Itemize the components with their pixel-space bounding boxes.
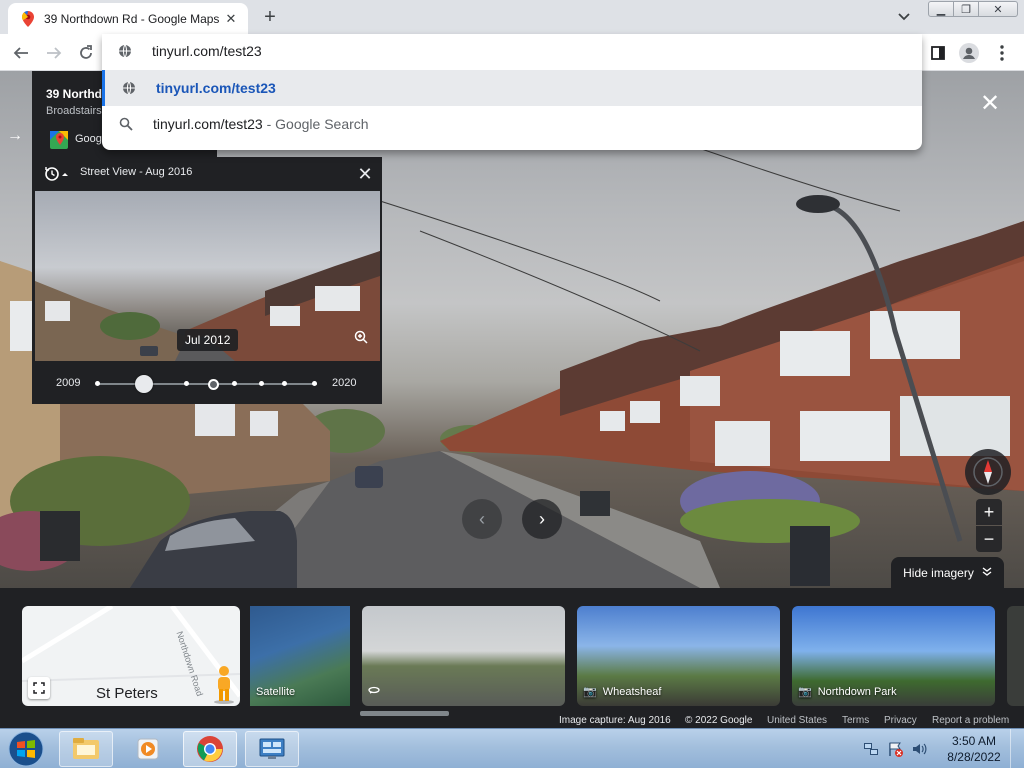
photo-card[interactable] bbox=[362, 606, 565, 706]
clock-time: 3:50 AM bbox=[951, 734, 997, 748]
next-photo-arrow-icon[interactable]: › bbox=[522, 499, 562, 539]
time-machine-close-icon[interactable]: ✕ bbox=[354, 163, 376, 185]
photo-caption bbox=[368, 685, 386, 698]
tab-search-chevron-icon[interactable] bbox=[894, 8, 914, 26]
camera-icon: 📷 bbox=[583, 686, 597, 698]
globe-icon bbox=[121, 80, 137, 96]
omnibox-suggestion-url[interactable]: tinyurl.com/test23 bbox=[102, 70, 922, 106]
photo-card[interactable]: 📷 Northdown Park bbox=[792, 606, 995, 706]
network-tray-icon[interactable] bbox=[862, 740, 880, 758]
time-machine-preview-image[interactable]: Jul 2012 bbox=[35, 191, 380, 361]
expand-panel-arrow-icon[interactable]: → bbox=[0, 121, 30, 151]
360-view-icon bbox=[368, 685, 380, 698]
suggestion-text: tinyurl.com/test23 bbox=[156, 80, 276, 96]
timeline-dot[interactable] bbox=[259, 381, 264, 386]
timeline-start-year: 2009 bbox=[56, 377, 81, 389]
chrome-taskbar-icon[interactable] bbox=[183, 731, 237, 767]
timeline-end-year: 2020 bbox=[332, 377, 357, 389]
timeline-dot[interactable] bbox=[312, 381, 317, 386]
report-problem-link[interactable]: Report a problem bbox=[932, 715, 1009, 726]
satellite-card[interactable]: Satellite bbox=[250, 606, 350, 706]
time-machine-panel: Street View - Aug 2016 ✕ Jul 2012 2009 2… bbox=[32, 157, 382, 404]
hide-imagery-button[interactable]: Hide imagery bbox=[891, 557, 1004, 588]
suggestion-suffix: - Google Search bbox=[262, 116, 369, 132]
browser-menu-icon[interactable] bbox=[989, 40, 1015, 66]
time-machine-title: Street View - Aug 2016 bbox=[80, 166, 193, 178]
street-view-close-icon[interactable]: ✕ bbox=[978, 90, 1002, 117]
terms-link[interactable]: Terms bbox=[842, 715, 869, 726]
timeline-dot[interactable] bbox=[95, 381, 100, 386]
compass-icon[interactable] bbox=[965, 449, 1011, 495]
chevron-down-icon bbox=[982, 566, 992, 579]
previous-photo-arrow-icon[interactable]: ‹ bbox=[462, 499, 502, 539]
window-minimize-button[interactable]: ▁ bbox=[928, 1, 954, 17]
google-maps-logo-icon[interactable] bbox=[50, 131, 68, 149]
photo-card[interactable]: 📷 Wheatsheaf bbox=[577, 606, 780, 706]
hide-imagery-label: Hide imagery bbox=[903, 565, 974, 580]
action-center-flag-icon[interactable] bbox=[886, 740, 904, 758]
windows-taskbar: 3:50 AM 8/28/2022 bbox=[0, 728, 1024, 768]
timeline-slider-thumb[interactable] bbox=[135, 375, 153, 393]
map-card[interactable]: Northdown Road St Peters bbox=[22, 606, 240, 706]
tab-title: 39 Northdown Rd - Google Maps bbox=[44, 11, 220, 26]
forward-button[interactable] bbox=[41, 40, 67, 66]
timeline-current-marker[interactable] bbox=[208, 379, 219, 390]
search-icon bbox=[118, 116, 134, 132]
pegman-icon[interactable] bbox=[209, 664, 239, 704]
zoom-preview-icon[interactable] bbox=[350, 326, 372, 348]
browser-tab[interactable]: 39 Northdown Rd - Google Maps ✕ bbox=[8, 3, 248, 34]
start-button[interactable] bbox=[4, 730, 48, 768]
maps-footer: Image capture: Aug 2016 © 2022 Google Un… bbox=[0, 714, 1024, 728]
globe-icon bbox=[118, 44, 132, 61]
system-tray bbox=[862, 735, 928, 763]
zoom-out-button[interactable]: − bbox=[976, 526, 1002, 552]
photo-caption: 📷 Wheatsheaf bbox=[583, 685, 662, 699]
side-panel-icon[interactable] bbox=[925, 40, 951, 66]
zoom-in-button[interactable]: + bbox=[976, 499, 1002, 525]
google-maps-link[interactable]: Goog bbox=[75, 133, 102, 145]
address-input[interactable] bbox=[152, 43, 752, 59]
map-place-label: St Peters bbox=[96, 685, 158, 702]
image-capture-date: Image capture: Aug 2016 bbox=[559, 715, 671, 726]
new-tab-button[interactable]: + bbox=[258, 6, 282, 28]
timeline-dot[interactable] bbox=[232, 381, 237, 386]
omnibox-suggestion-search[interactable]: tinyurl.com/test23 - Google Search bbox=[102, 106, 922, 142]
suggestion-query: tinyurl.com/test23 bbox=[153, 116, 263, 132]
privacy-link[interactable]: Privacy bbox=[884, 715, 917, 726]
volume-icon[interactable] bbox=[910, 740, 928, 758]
network-taskbar-icon[interactable] bbox=[245, 731, 299, 767]
photo-caption: 📷 Northdown Park bbox=[798, 685, 897, 699]
reload-button[interactable] bbox=[73, 40, 99, 66]
camera-icon: 📷 bbox=[798, 686, 812, 698]
window-restore-button[interactable]: ❐ bbox=[953, 1, 979, 17]
address-bar[interactable] bbox=[102, 34, 922, 70]
country-link[interactable]: United States bbox=[767, 715, 827, 726]
tab-close-icon[interactable]: ✕ bbox=[222, 10, 240, 28]
imagery-strip: Northdown Road St Peters Satellite 📷 Whe… bbox=[0, 588, 1024, 728]
history-clock-icon[interactable] bbox=[44, 166, 70, 184]
google-maps-favicon-icon bbox=[20, 10, 36, 27]
tab-strip: 39 Northdown Rd - Google Maps ✕ + ▁ ❐ ✕ bbox=[0, 0, 1024, 34]
taskbar-clock[interactable]: 3:50 AM 8/28/2022 bbox=[944, 733, 1004, 765]
clock-date: 8/28/2022 bbox=[947, 750, 1001, 764]
file-explorer-taskbar-icon[interactable] bbox=[59, 731, 113, 767]
time-machine-header: Street View - Aug 2016 ✕ bbox=[32, 157, 382, 191]
timeline-dot[interactable] bbox=[184, 381, 189, 386]
suggestion-text: tinyurl.com/test23 - Google Search bbox=[153, 116, 369, 132]
time-machine-date-label: Jul 2012 bbox=[177, 329, 239, 351]
profile-avatar-icon[interactable] bbox=[956, 40, 982, 66]
fullscreen-map-icon[interactable] bbox=[28, 677, 50, 699]
omnibox-dropdown: tinyurl.com/test23 tinyurl.com/test23 - … bbox=[102, 34, 922, 150]
back-button[interactable] bbox=[8, 40, 34, 66]
copyright-text: © 2022 Google bbox=[685, 715, 753, 726]
media-player-taskbar-icon[interactable] bbox=[121, 731, 175, 767]
window-close-button[interactable]: ✕ bbox=[978, 1, 1018, 17]
satellite-label: Satellite bbox=[256, 686, 296, 698]
timeline-dot[interactable] bbox=[282, 381, 287, 386]
photo-card[interactable] bbox=[1007, 606, 1024, 706]
show-desktop-button[interactable] bbox=[1010, 729, 1024, 768]
